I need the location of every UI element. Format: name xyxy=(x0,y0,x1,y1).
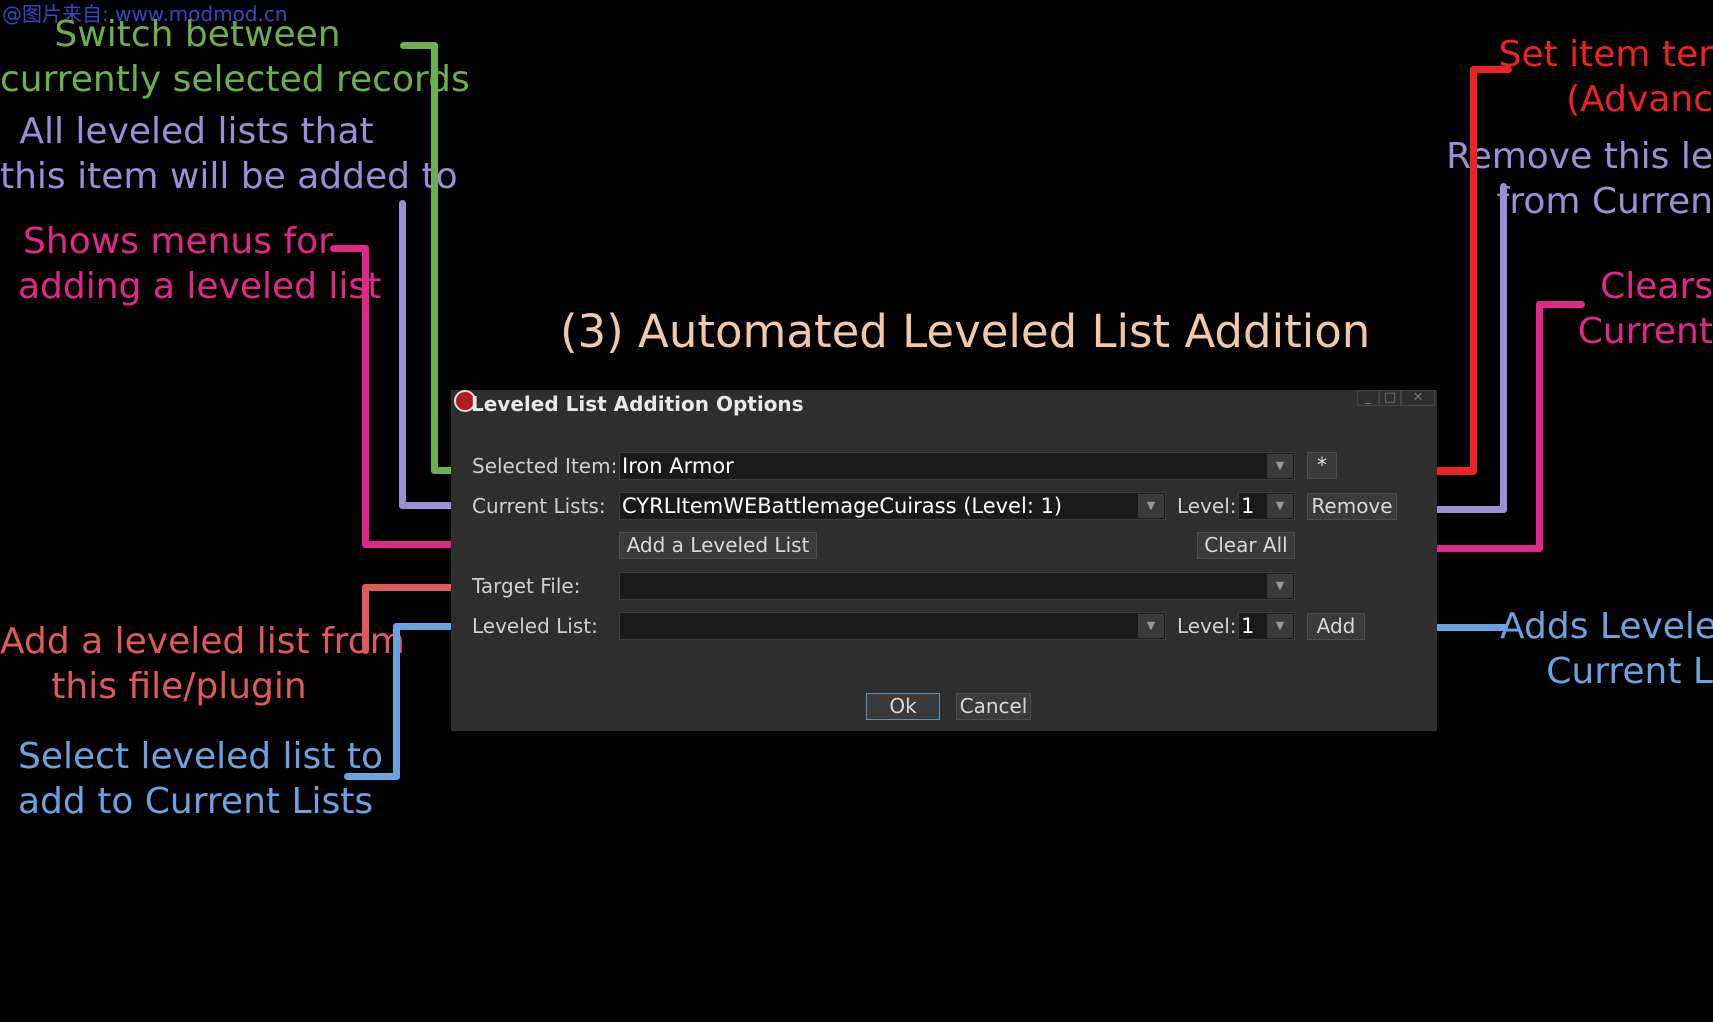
connector-line-green xyxy=(431,42,438,474)
chevron-down-icon[interactable]: ▼ xyxy=(1267,454,1293,478)
annotation-line: Current L xyxy=(1546,651,1713,692)
leveled-list-dialog: Leveled List Addition Options _ □ ✕ Sele… xyxy=(451,390,1437,731)
annotation-line: from Curren xyxy=(1496,181,1713,222)
annotation-line: Current xyxy=(1577,311,1713,352)
connector-line-salmon xyxy=(362,584,464,591)
connector-line-salmon xyxy=(362,584,369,654)
chevron-down-icon[interactable]: ▼ xyxy=(1267,614,1293,638)
annotation-line: Adds Levele xyxy=(1500,606,1713,647)
chevron-down-icon[interactable]: ▼ xyxy=(1138,494,1164,518)
annotation-set-template: Set item ter (Advanc xyxy=(1460,32,1713,122)
annotation-line: adding a leveled list xyxy=(18,266,382,307)
connector-line-pink xyxy=(1536,301,1585,308)
annotation-shows-menus: Shows menus for adding a leveled list xyxy=(18,219,382,309)
chevron-down-icon[interactable]: ▼ xyxy=(1267,574,1293,598)
annotation-line: add to Current Lists xyxy=(18,781,374,822)
annotation-line: Remove this le xyxy=(1446,136,1713,177)
selected-item-dropdown[interactable]: Iron Armor ▼ xyxy=(619,452,1295,480)
annotation-line: (Advanc xyxy=(1566,79,1713,120)
leveled-list-dropdown[interactable]: ▼ xyxy=(619,612,1166,640)
current-lists-label: Current Lists: xyxy=(472,494,606,518)
minimize-icon[interactable]: _ xyxy=(1357,390,1379,406)
annotation-line: this item will be added to xyxy=(0,156,458,197)
cancel-button[interactable]: Cancel xyxy=(956,693,1031,720)
annotation-remove-list: Remove this le from Curren xyxy=(1440,134,1713,224)
current-lists-value: CYRLItemWEBattlemageCuirass (Level: 1) xyxy=(622,494,1063,518)
add-leveled-list-button[interactable]: Add a Leveled List xyxy=(619,532,817,559)
annotation-line: Add a leveled list from xyxy=(0,621,405,662)
connector-line-purple xyxy=(1500,183,1507,513)
connector-line-purple xyxy=(399,200,406,509)
annotation-line: currently selected records xyxy=(0,59,470,100)
annotation-line: Select leveled list to xyxy=(18,736,384,777)
chevron-down-icon[interactable]: ▼ xyxy=(1138,614,1164,638)
annotation-all-lists: All leveled lists that this item will be… xyxy=(0,109,458,199)
annotation-line: this file/plugin xyxy=(51,666,307,707)
target-file-label: Target File: xyxy=(472,574,581,598)
add-button[interactable]: Add xyxy=(1307,613,1365,640)
page-title: (3) Automated Leveled List Addition xyxy=(560,305,1371,358)
annotation-add-from-file: Add a leveled list from this file/plugin xyxy=(0,619,405,709)
leveled-list-label: Leveled List: xyxy=(472,614,598,638)
level-label: Level: xyxy=(1177,614,1237,638)
connector-line-pink xyxy=(1536,301,1543,552)
annotation-line: Shows menus for xyxy=(23,221,333,262)
annotation-line: Switch between xyxy=(54,14,341,55)
annotation-line: All leveled lists that xyxy=(19,111,374,152)
connector-line-blue xyxy=(393,623,400,780)
selected-item-label: Selected Item: xyxy=(472,454,618,478)
annotation-clears: Clears Current xyxy=(1560,264,1713,354)
chevron-down-icon[interactable]: ▼ xyxy=(1267,494,1293,518)
annotation-switch-records: Switch between currently selected record… xyxy=(0,12,470,102)
current-lists-dropdown[interactable]: CYRLItemWEBattlemageCuirass (Level: 1) ▼ xyxy=(619,492,1166,520)
maximize-icon[interactable]: □ xyxy=(1379,390,1401,406)
selected-item-value: Iron Armor xyxy=(622,454,734,478)
connector-line-blue xyxy=(344,773,400,780)
leveled-list-level-field[interactable]: 1 ▼ xyxy=(1238,612,1295,640)
current-level-field[interactable]: 1 ▼ xyxy=(1238,492,1295,520)
annotation-adds-leveled: Adds Levele Current L xyxy=(1500,604,1713,694)
clear-all-button[interactable]: Clear All xyxy=(1197,532,1295,559)
annotation-select-list: Select leveled list to add to Current Li… xyxy=(18,734,384,824)
ok-button[interactable]: Ok xyxy=(866,693,940,720)
remove-button[interactable]: Remove xyxy=(1307,493,1397,520)
close-icon[interactable]: ✕ xyxy=(1401,390,1435,406)
connector-line-red xyxy=(1470,66,1477,475)
connector-line-pink xyxy=(362,245,369,548)
dialog-title: Leveled List Addition Options xyxy=(471,392,804,416)
template-star-button[interactable]: * xyxy=(1307,452,1337,479)
current-level-value: 1 xyxy=(1241,494,1255,518)
target-file-dropdown[interactable]: ▼ xyxy=(619,572,1295,600)
level-label: Level: xyxy=(1177,494,1237,518)
leveled-list-level-value: 1 xyxy=(1241,614,1255,638)
